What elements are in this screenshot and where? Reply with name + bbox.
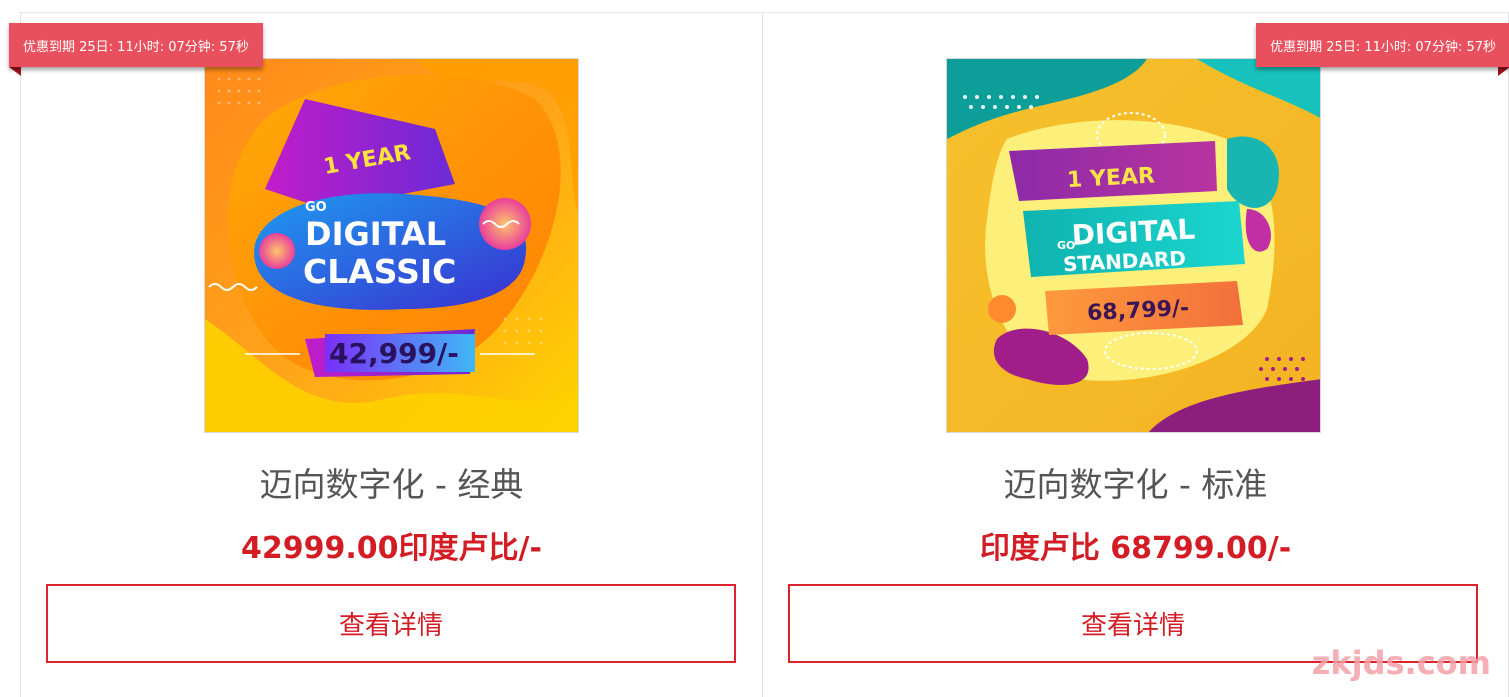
countdown-ribbon: 优惠到期 25日: 11小时: 07分钟: 57秒 bbox=[9, 23, 263, 67]
product-grid: 优惠到期 25日: 11小时: 07分钟: 57秒 bbox=[20, 12, 1509, 696]
countdown-ribbon: 优惠到期 25日: 11小时: 07分钟: 57秒 bbox=[1256, 23, 1509, 67]
product-card-standard: 优惠到期 25日: 11小时: 07分钟: 57秒 bbox=[762, 13, 1509, 697]
product-title: 迈向数字化 - 标准 bbox=[763, 458, 1508, 506]
image-text-year: 1 YEAR bbox=[1066, 164, 1155, 194]
ribbon-fold bbox=[9, 67, 21, 76]
view-details-button[interactable]: 查看详情 bbox=[46, 584, 736, 663]
watermark: zkjds.com bbox=[1312, 644, 1491, 682]
ribbon-fold bbox=[1498, 67, 1509, 76]
product-title: 迈向数字化 - 经典 bbox=[21, 458, 762, 506]
image-price-tag: 68,799/- bbox=[1087, 296, 1190, 326]
product-image-classic[interactable]: 1 YEAR GO DIGITAL CLASSIC 42,999/- bbox=[204, 58, 579, 433]
image-text-digital: DIGITAL bbox=[305, 215, 446, 253]
image-text-classic: CLASSIC bbox=[303, 252, 456, 291]
product-image-standard[interactable]: 1 YEAR GO DIGITAL STANDARD 68,799/- bbox=[946, 58, 1321, 433]
product-price: 印度卢比 68799.00/- bbox=[763, 523, 1508, 567]
product-price: 42999.00印度卢比/- bbox=[21, 523, 762, 567]
image-price-tag: 42,999/- bbox=[329, 337, 459, 370]
product-card-classic: 优惠到期 25日: 11小时: 07分钟: 57秒 bbox=[20, 13, 762, 697]
image-text-go: GO bbox=[305, 200, 327, 215]
